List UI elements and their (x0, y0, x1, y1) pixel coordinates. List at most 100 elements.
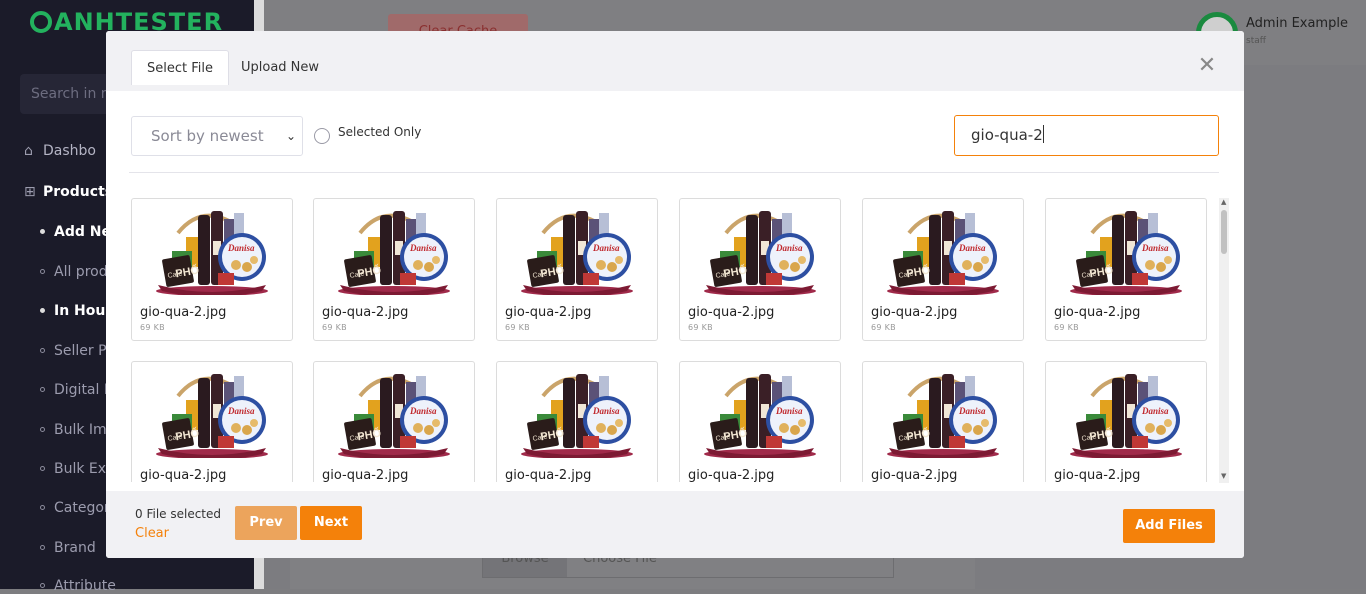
file-thumbnail: Cafe PHỐ Danisa (881, 207, 1007, 297)
svg-text:Danisa: Danisa (227, 406, 255, 416)
bullet-icon (40, 387, 45, 392)
file-thumbnail: Cafe PHỐ Danisa (698, 207, 824, 297)
svg-text:Danisa: Danisa (775, 243, 803, 253)
gift-basket-thumbnail: Cafe PHỐ Danisa (521, 211, 633, 297)
bullet-icon (40, 229, 45, 234)
tab-select-file[interactable]: Select File (131, 50, 229, 85)
scroll-thumb[interactable] (1221, 210, 1227, 254)
file-card[interactable]: Cafe PHỐ Danisa gio-qua-2.jpg 69 KB (862, 198, 1024, 341)
selected-count: 0 File selected (135, 507, 221, 521)
file-card[interactable]: Cafe PHỐ Danisa gio-qua-2.jpg (131, 361, 293, 482)
svg-text:Danisa: Danisa (958, 406, 986, 416)
prev-button[interactable]: Prev (235, 506, 297, 540)
file-card[interactable]: Cafe PHỐ Danisa gio-qua-2.jpg 69 KB (679, 198, 841, 341)
grid-scrollbar[interactable]: ▲ ▼ (1219, 198, 1229, 483)
gift-basket-thumbnail: Cafe PHỐ Danisa (156, 211, 268, 297)
file-size: 69 KB (505, 323, 530, 332)
bullet-icon (40, 308, 45, 313)
file-name: gio-qua-2.jpg (140, 468, 227, 482)
gift-basket-thumbnail: Cafe PHỐ Danisa (338, 374, 450, 460)
modal-footer: 0 File selected Clear Prev Next Add File… (106, 491, 1244, 558)
file-picker-modal: Select File Upload New ✕ Sort by newest ⌄… (106, 31, 1244, 558)
bullet-icon (40, 583, 45, 588)
modal-header: Select File Upload New ✕ (106, 31, 1244, 91)
file-thumbnail: Cafe PHỐ Danisa (150, 207, 276, 297)
user-role: staff (1246, 36, 1266, 46)
file-thumbnail: Cafe PHỐ Danisa (150, 370, 276, 460)
bullet-icon (40, 348, 45, 353)
file-card[interactable]: Cafe PHỐ Danisa gio-qua-2.jpg (496, 361, 658, 482)
svg-text:Danisa: Danisa (592, 243, 620, 253)
gift-basket-thumbnail: Cafe PHỐ Danisa (1070, 211, 1182, 297)
gift-basket-thumbnail: Cafe PHỐ Danisa (156, 374, 268, 460)
close-icon[interactable]: ✕ (1197, 55, 1217, 77)
add-files-button[interactable]: Add Files (1123, 509, 1215, 543)
svg-text:Danisa: Danisa (592, 406, 620, 416)
cart-icon: ⊞ (24, 184, 36, 200)
selected-only-radio[interactable] (314, 128, 330, 144)
home-icon: ⌂ (24, 143, 33, 159)
sidebar-item-label: Categor (54, 500, 110, 516)
file-name: gio-qua-2.jpg (871, 305, 958, 320)
sidebar-item-label: Products (43, 184, 114, 200)
bullet-icon (40, 466, 45, 471)
bullet-icon (40, 269, 45, 274)
gift-basket-thumbnail: Cafe PHỐ Danisa (704, 374, 816, 460)
svg-text:Danisa: Danisa (775, 406, 803, 416)
file-card[interactable]: Cafe PHỐ Danisa gio-qua-2.jpg (313, 361, 475, 482)
file-size: 69 KB (322, 323, 347, 332)
file-thumbnail: Cafe PHỐ Danisa (515, 207, 641, 297)
file-size: 69 KB (1054, 323, 1079, 332)
file-card[interactable]: Cafe PHỐ Danisa gio-qua-2.jpg (679, 361, 841, 482)
file-card[interactable]: Cafe PHỐ Danisa gio-qua-2.jpg 69 KB (1045, 198, 1207, 341)
gift-basket-thumbnail: Cafe PHỐ Danisa (521, 374, 633, 460)
file-name: gio-qua-2.jpg (505, 305, 592, 320)
file-thumbnail: Cafe PHỐ Danisa (1064, 370, 1190, 460)
svg-text:Danisa: Danisa (409, 406, 437, 416)
search-input-value: gio-qua-2 (971, 126, 1043, 144)
file-thumbnail: Cafe PHỐ Danisa (881, 370, 1007, 460)
file-name: gio-qua-2.jpg (688, 305, 775, 320)
gift-basket-thumbnail: Cafe PHỐ Danisa (1070, 374, 1182, 460)
tab-upload-new[interactable]: Upload New (226, 50, 334, 85)
svg-text:Danisa: Danisa (409, 243, 437, 253)
gift-basket-thumbnail: Cafe PHỐ Danisa (704, 211, 816, 297)
svg-text:Danisa: Danisa (227, 243, 255, 253)
gift-basket-thumbnail: Cafe PHỐ Danisa (338, 211, 450, 297)
next-button[interactable]: Next (300, 506, 362, 540)
chevron-down-icon: ⌄ (285, 129, 296, 143)
file-card[interactable]: Cafe PHỐ Danisa gio-qua-2.jpg (862, 361, 1024, 482)
sidebar-item-label: Brand (54, 540, 96, 556)
file-card[interactable]: Cafe PHỐ Danisa gio-qua-2.jpg 69 KB (496, 198, 658, 341)
file-name: gio-qua-2.jpg (322, 305, 409, 320)
file-grid: Cafe PHỐ Danisa gio-qua-2.jpg 69 KB Cafe … (131, 198, 1216, 482)
sort-select[interactable]: Sort by newest ⌄ (131, 116, 303, 156)
file-thumbnail: Cafe PHỐ Danisa (1064, 207, 1190, 297)
scroll-down-icon[interactable]: ▼ (1221, 472, 1226, 480)
bullet-icon (40, 505, 45, 510)
file-thumbnail: Cafe PHỐ Danisa (515, 370, 641, 460)
file-card[interactable]: Cafe PHỐ Danisa gio-qua-2.jpg 69 KB (313, 198, 475, 341)
gift-basket-thumbnail: Cafe PHỐ Danisa (887, 211, 999, 297)
search-input[interactable]: gio-qua-2 (954, 115, 1219, 156)
file-card[interactable]: Cafe PHỐ Danisa gio-qua-2.jpg (1045, 361, 1207, 482)
selected-only-label: Selected Only (338, 125, 422, 139)
file-name: gio-qua-2.jpg (688, 468, 775, 482)
bullet-icon (40, 545, 45, 550)
clear-link[interactable]: Clear (135, 526, 169, 541)
file-card[interactable]: Cafe PHỐ Danisa gio-qua-2.jpg 69 KB (131, 198, 293, 341)
sidebar-item-label: Attribute (54, 578, 116, 594)
file-name: gio-qua-2.jpg (871, 468, 958, 482)
svg-text:Danisa: Danisa (1141, 406, 1169, 416)
logo-icon (30, 11, 52, 33)
sort-select-value: Sort by newest (151, 127, 264, 145)
bullet-icon (40, 427, 45, 432)
text-cursor (1042, 125, 1044, 143)
svg-text:Danisa: Danisa (958, 243, 986, 253)
file-name: gio-qua-2.jpg (140, 305, 227, 320)
file-thumbnail: Cafe PHỐ Danisa (332, 207, 458, 297)
file-name: gio-qua-2.jpg (1054, 468, 1141, 482)
file-size: 69 KB (688, 323, 713, 332)
scroll-up-icon[interactable]: ▲ (1221, 198, 1226, 206)
divider (129, 172, 1219, 173)
